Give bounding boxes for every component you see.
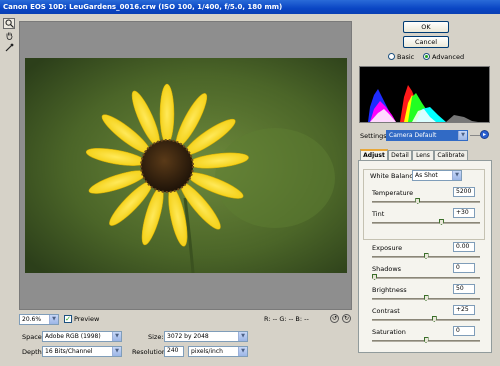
preview-checkbox[interactable]: ✓ <box>64 315 72 323</box>
size-label: Size: <box>148 333 164 341</box>
zoom-level-select[interactable]: 20.6% ▼ <box>19 314 59 325</box>
chevron-down-icon: ▼ <box>112 332 121 341</box>
photo-preview <box>25 58 347 273</box>
shadows-label: Shadows <box>372 265 402 273</box>
size-value: 3072 by 2048 <box>167 333 209 340</box>
shadows-slider[interactable] <box>372 277 480 279</box>
depth-label: Depth: <box>22 348 44 356</box>
advanced-radio[interactable] <box>423 53 430 60</box>
contrast-slider[interactable] <box>372 319 480 321</box>
temperature-slider[interactable] <box>372 201 480 203</box>
settings-label: Settings: <box>360 132 389 140</box>
window-title: Canon EOS 10D: LeuGardens_0016.crw (ISO … <box>3 3 283 11</box>
space-value: Adobe RGB (1998) <box>45 333 101 340</box>
preview-label: Preview <box>74 315 100 323</box>
histogram <box>359 66 490 123</box>
brightness-label: Brightness <box>372 286 407 294</box>
title-bar: Canon EOS 10D: LeuGardens_0016.crw (ISO … <box>0 0 500 14</box>
resolution-label: Resolution: <box>132 348 169 356</box>
image-preview-area[interactable] <box>19 21 352 310</box>
rotate-right-icon[interactable]: ↻ <box>342 314 351 323</box>
brightness-input[interactable]: 50 <box>453 284 475 294</box>
rotate-left-icon[interactable]: ↺ <box>330 314 339 323</box>
eyedropper-icon[interactable] <box>3 42 15 53</box>
chevron-down-icon: ▼ <box>458 131 467 140</box>
contrast-input[interactable]: +25 <box>453 305 475 315</box>
toolbox <box>3 18 17 54</box>
exposure-label: Exposure <box>372 244 403 252</box>
resolution-unit-select[interactable]: pixels/inch ▼ <box>188 346 248 357</box>
settings-menu-icon[interactable]: ▸ <box>480 130 489 139</box>
zoom-icon[interactable] <box>3 18 15 29</box>
exposure-input[interactable]: 0.00 <box>453 242 475 252</box>
temperature-label: Temperature <box>372 189 414 197</box>
zoom-level-value: 20.6% <box>22 316 42 323</box>
tint-input[interactable]: +30 <box>453 208 475 218</box>
depth-select[interactable]: 16 Bits/Channel ▼ <box>42 346 122 357</box>
basic-radio[interactable] <box>388 53 395 60</box>
advanced-label: Advanced <box>432 53 465 61</box>
chevron-down-icon: ▼ <box>452 171 461 180</box>
white-balance-value: As Shot <box>415 172 438 179</box>
size-select[interactable]: 3072 by 2048 ▼ <box>164 331 248 342</box>
saturation-label: Saturation <box>372 328 406 336</box>
settings-select[interactable]: Camera Default ▼ <box>386 130 468 141</box>
chevron-down-icon: ▼ <box>238 347 247 356</box>
chevron-down-icon: ▼ <box>49 315 58 324</box>
cancel-button[interactable]: Cancel <box>403 36 449 48</box>
settings-value: Camera Default <box>389 132 437 139</box>
resolution-input[interactable]: 240 <box>164 346 184 357</box>
space-label: Space: <box>22 333 44 341</box>
resolution-unit-value: pixels/inch <box>191 348 223 355</box>
ok-button[interactable]: OK <box>403 21 449 33</box>
space-select[interactable]: Adobe RGB (1998) ▼ <box>42 331 122 342</box>
tint-slider[interactable] <box>372 222 480 224</box>
hand-icon[interactable] <box>3 30 15 41</box>
rgb-readout: R: -- G: -- B: -- <box>264 315 309 323</box>
white-balance-select[interactable]: As Shot ▼ <box>412 170 462 181</box>
chevron-down-icon: ▼ <box>238 332 247 341</box>
chevron-down-icon: ▼ <box>112 347 121 356</box>
shadows-input[interactable]: 0 <box>453 263 475 273</box>
saturation-input[interactable]: 0 <box>453 326 475 336</box>
temperature-input[interactable]: 5200 <box>453 187 475 197</box>
contrast-label: Contrast <box>372 307 400 315</box>
basic-label: Basic <box>397 53 415 61</box>
depth-value: 16 Bits/Channel <box>45 348 93 355</box>
tint-label: Tint <box>372 210 385 218</box>
